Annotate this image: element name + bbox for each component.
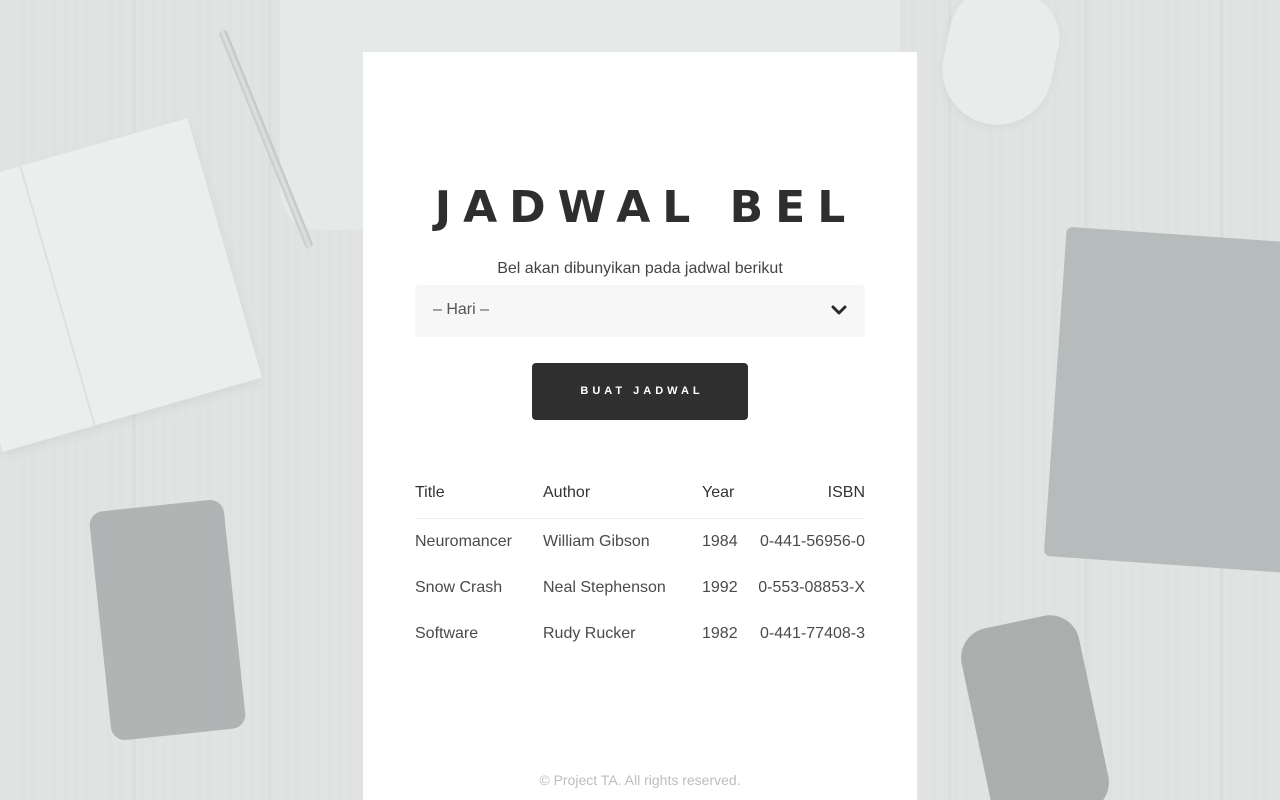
- column-header-title: Title: [415, 484, 445, 501]
- footer-copyright: © Project TA. All rights reserved.: [539, 772, 741, 788]
- schedule-table: Title Author Year ISBN Neuromancer Willi…: [415, 470, 865, 657]
- chevron-down-icon: [831, 304, 847, 318]
- page-subtitle: Bel akan dibunyikan pada jadwal berikut: [497, 260, 783, 277]
- column-header-isbn: ISBN: [827, 484, 865, 501]
- cell-year: 1984: [702, 533, 738, 550]
- cell-title: Software: [415, 625, 479, 642]
- cell-isbn: 0-553-08853-X: [758, 579, 865, 596]
- column-header-year: Year: [702, 484, 735, 501]
- create-schedule-button[interactable]: BUAT JADWAL: [532, 363, 748, 420]
- cell-author: Neal Stephenson: [543, 579, 666, 596]
- cell-title: Snow Crash: [415, 579, 503, 596]
- table-row: Neuromancer William Gibson 1984 0-441-56…: [415, 519, 865, 565]
- cell-isbn: 0-441-56956-0: [760, 533, 865, 550]
- day-select-value: – Hari –: [433, 301, 490, 318]
- page-title: JADWAL BEL: [434, 182, 858, 233]
- cell-isbn: 0-441-77408-3: [760, 625, 865, 642]
- cell-year: 1992: [702, 579, 738, 596]
- cell-title: Neuromancer: [415, 533, 512, 550]
- cell-author: Rudy Rucker: [543, 625, 636, 642]
- cell-author: William Gibson: [543, 533, 650, 550]
- day-select[interactable]: – Hari –: [415, 285, 865, 337]
- cell-year: 1982: [702, 625, 738, 642]
- table-header-row: Title Author Year ISBN: [415, 470, 865, 519]
- table-row: Software Rudy Rucker 1982 0-441-77408-3: [415, 611, 865, 657]
- column-header-author: Author: [543, 484, 591, 501]
- main-card: JADWAL BEL Bel akan dibunyikan pada jadw…: [363, 52, 917, 800]
- table-row: Snow Crash Neal Stephenson 1992 0-553-08…: [415, 565, 865, 611]
